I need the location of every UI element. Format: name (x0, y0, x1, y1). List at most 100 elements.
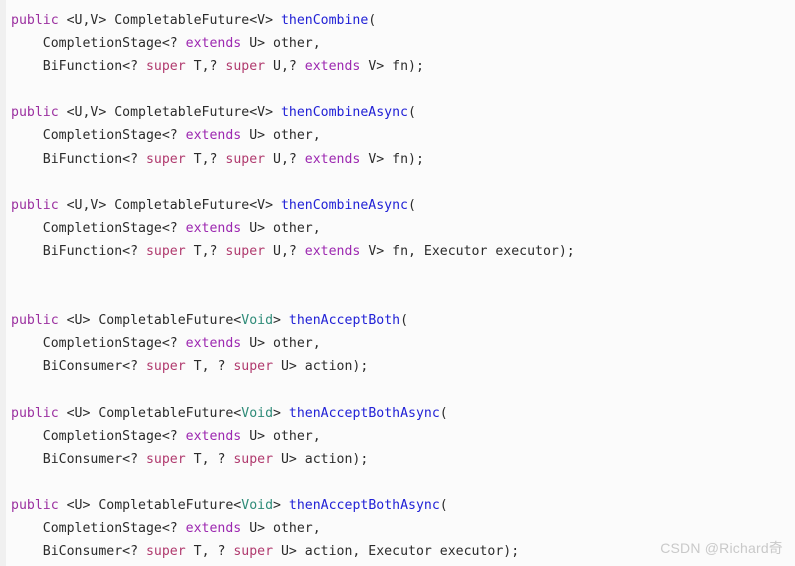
code-token-plain: U> other, (241, 336, 321, 352)
csdn-watermark: CSDN @Richard奇 (660, 540, 783, 556)
code-token-super: super (225, 59, 266, 75)
code-line: public <U> CompletableFuture<Void> thenA… (11, 494, 575, 517)
code-token-plain: <U,V> CompletableFuture<V> (58, 13, 281, 28)
code-token-plain: T, ? (185, 451, 234, 467)
code-token-super: super (145, 544, 186, 560)
code-token-extends: extends (185, 336, 242, 352)
code-token-kw: public (11, 197, 59, 213)
code-token-plain: ( (439, 497, 448, 513)
code-token-plain: CompletionStage<? (11, 521, 186, 537)
code-token-super: super (233, 359, 274, 375)
code-token-plain: <U> CompletableFuture< (58, 313, 242, 329)
code-token-plain: BiFunction<? (11, 243, 146, 259)
code-token-void: Void (241, 313, 274, 329)
code-token-plain: V> fn); (360, 151, 424, 167)
code-token-plain: ( (408, 105, 416, 121)
code-token-kw: public (11, 497, 59, 513)
code-line: CompletionStage<? extends U> other, (11, 32, 575, 55)
code-token-plain: BiFunction<? (11, 59, 146, 75)
code-token-kw: public (11, 105, 59, 121)
code-line: BiConsumer<? super T, ? super U> action,… (11, 540, 575, 563)
code-token-void: Void (241, 497, 274, 513)
code-token-extends: extends (304, 59, 361, 75)
code-line: CompletionStage<? extends U> other, (11, 124, 575, 147)
code-token-extends: extends (185, 220, 242, 236)
code-line: public <U> CompletableFuture<Void> thenA… (11, 402, 575, 425)
code-line: CompletionStage<? extends U> other, (11, 332, 575, 355)
code-token-plain: V> fn, Executor executor); (360, 243, 575, 259)
code-token-method: thenCombineAsync (280, 197, 408, 213)
code-token-plain: U> other, (241, 36, 321, 52)
code-token-kw: public (11, 313, 59, 329)
code-token-plain: U,? (265, 59, 305, 75)
code-line: BiConsumer<? super T, ? super U> action)… (11, 355, 575, 378)
code-line: CompletionStage<? extends U> other, (11, 217, 575, 240)
code-token-super: super (145, 359, 186, 375)
code-token-super: super (225, 151, 266, 167)
code-token-extends: extends (304, 243, 361, 259)
code-token-method: thenAcceptBothAsync (288, 405, 440, 421)
code-token-extends: extends (185, 36, 242, 52)
code-token-extends: extends (185, 128, 242, 144)
code-token-plain: > (273, 313, 289, 329)
code-token-plain: CompletionStage<? (11, 128, 186, 144)
code-token-plain: BiConsumer<? (11, 544, 146, 560)
code-token-plain: T, ? (185, 544, 234, 560)
code-token-plain: U> action); (273, 451, 369, 467)
code-token-method: thenAcceptBothAsync (288, 497, 440, 513)
code-token-super: super (145, 243, 186, 259)
code-line: CompletionStage<? extends U> other, (11, 517, 575, 540)
code-token-void: Void (241, 405, 274, 421)
code-token-plain: CompletionStage<? (11, 336, 186, 352)
code-token-plain: BiConsumer<? (11, 359, 146, 375)
code-token-plain: U> action); (273, 359, 369, 375)
code-line: public <U,V> CompletableFuture<V> thenCo… (11, 101, 575, 124)
code-token-super: super (225, 243, 266, 259)
code-token-plain: U> other, (241, 220, 321, 236)
code-token-plain: ( (439, 405, 448, 421)
code-token-kw: public (11, 405, 59, 421)
code-token-super: super (145, 151, 186, 167)
code-token-plain: U,? (265, 151, 305, 167)
code-token-plain: U> action, Executor executor); (273, 544, 520, 560)
code-token-plain: U> other, (241, 428, 321, 444)
code-token-plain: > (273, 497, 289, 513)
code-token-method: thenCombineAsync (280, 105, 408, 121)
code-token-plain: CompletionStage<? (11, 36, 186, 52)
code-token-plain: <U,V> CompletableFuture<V> (58, 197, 281, 213)
code-token-extends: extends (185, 521, 242, 537)
code-line: CompletionStage<? extends U> other, (11, 425, 575, 448)
java-code-listing[interactable]: public <U,V> CompletableFuture<V> thenCo… (0, 0, 575, 563)
code-line: public <U> CompletableFuture<Void> thenA… (11, 309, 575, 332)
code-token-plain: V> fn); (360, 59, 424, 75)
code-line: BiFunction<? super T,? super U,? extends… (11, 148, 575, 171)
code-token-plain: U,? (265, 243, 305, 259)
code-token-plain: T,? (185, 59, 226, 75)
code-token-plain: ( (400, 313, 409, 329)
code-line: public <U,V> CompletableFuture<V> thenCo… (11, 9, 575, 32)
code-token-plain: ( (408, 197, 416, 213)
code-token-plain: <U> CompletableFuture< (58, 497, 242, 513)
code-token-method: thenAcceptBoth (288, 313, 401, 329)
code-token-plain: CompletionStage<? (11, 220, 186, 236)
code-token-plain: BiConsumer<? (11, 451, 146, 467)
code-token-method: thenCombine (280, 13, 369, 28)
code-line: BiConsumer<? super T, ? super U> action)… (11, 448, 575, 471)
code-token-plain: U> other, (241, 128, 321, 144)
code-token-super: super (145, 451, 186, 467)
code-token-plain: <U> CompletableFuture< (58, 405, 242, 421)
code-token-plain: <U,V> CompletableFuture<V> (58, 105, 281, 121)
code-token-plain: > (273, 405, 289, 421)
code-token-plain: U> other, (241, 521, 321, 537)
code-token-plain: T,? (185, 151, 226, 167)
code-token-super: super (233, 451, 274, 467)
code-token-plain: T,? (185, 243, 226, 259)
code-token-super: super (233, 544, 274, 560)
code-token-plain: CompletionStage<? (11, 428, 186, 444)
